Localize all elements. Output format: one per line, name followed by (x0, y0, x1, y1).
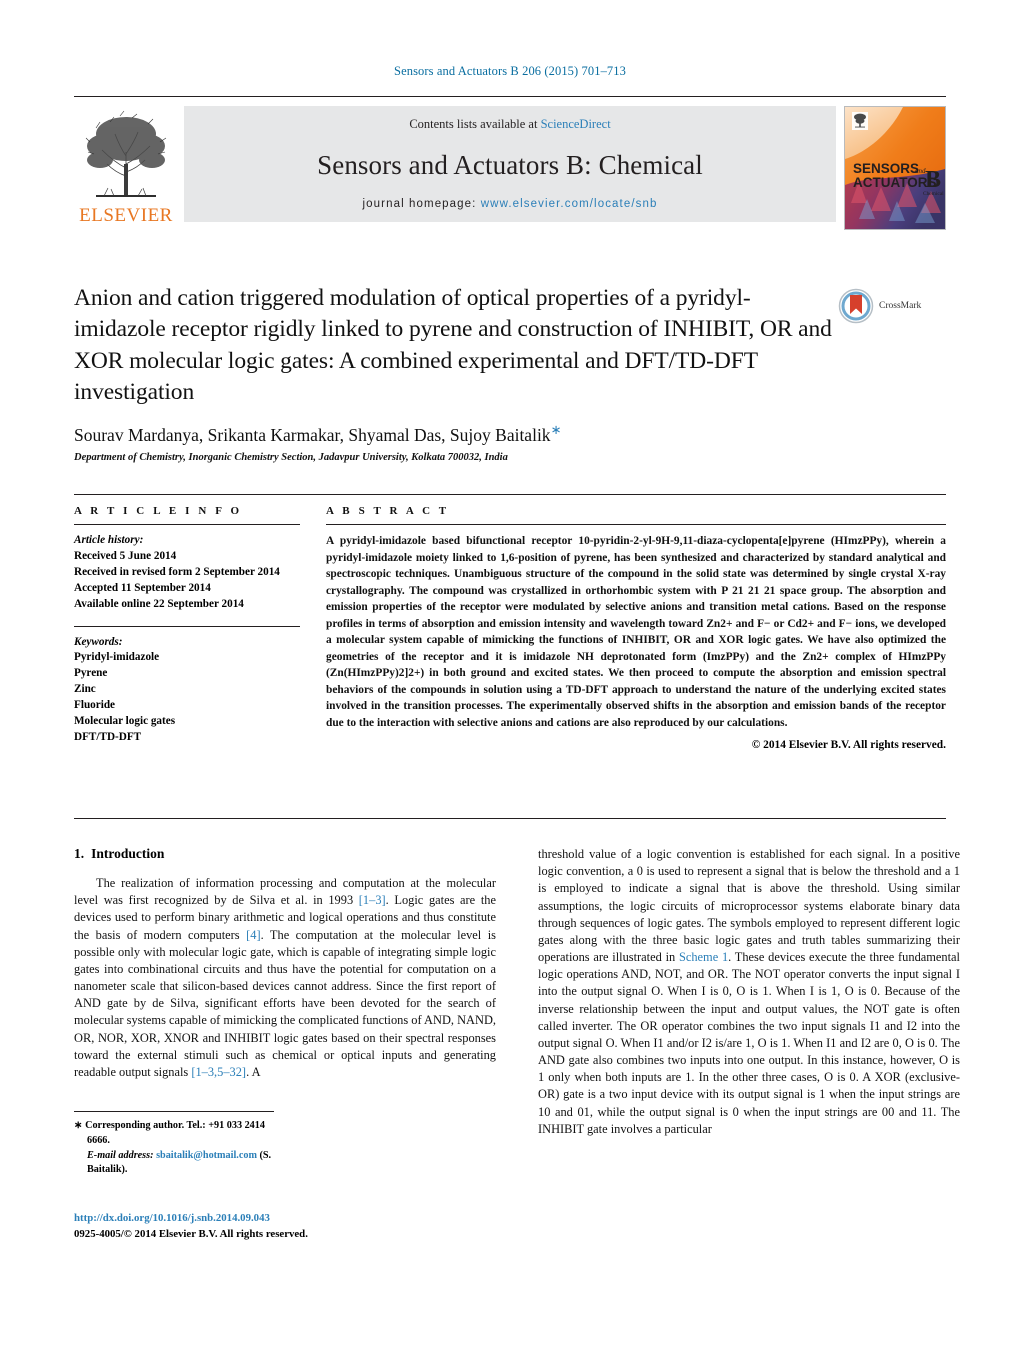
journal-band: Contents lists available at ScienceDirec… (184, 106, 836, 222)
section-label: Introduction (91, 846, 165, 861)
contents-available-line: Contents lists available at ScienceDirec… (409, 117, 610, 132)
intro-left-text: The realization of information processin… (74, 876, 496, 1079)
journal-title: Sensors and Actuators B: Chemical (317, 149, 703, 180)
keywords-title: Keywords: (74, 635, 123, 648)
footnote-block: ∗ Corresponding author. Tel.: +91 033 24… (74, 1111, 274, 1178)
homepage-prefix: journal homepage: (362, 198, 481, 210)
crossmark-icon (838, 288, 874, 324)
body-columns: 1. Introduction The realization of inform… (74, 846, 960, 1178)
author-names: Sourav Mardanya, Srikanta Karmakar, Shya… (74, 424, 551, 445)
section-number: 1. (74, 846, 85, 861)
journal-cover-art: SENSORS and ACTUATORS B Chemical (845, 107, 945, 229)
crossmark-label: CrossMark (879, 301, 922, 311)
page-footer: http://dx.doi.org/10.1016/j.snb.2014.09.… (74, 1211, 308, 1243)
intro-paragraph-left: The realization of information processin… (74, 875, 496, 1081)
email-link[interactable]: sbaitalik@hotmail.com (156, 1150, 257, 1161)
intro-right-text: threshold value of a logic convention is… (538, 847, 960, 1136)
keyword-item: DFT/TD-DFT (74, 730, 142, 743)
article-history-title: Article history: (74, 534, 144, 546)
intro-paragraph-right: threshold value of a logic convention is… (538, 846, 960, 1138)
abstract-column: A B S T R A C T A pyridyl-imidazole base… (326, 495, 946, 751)
running-head: Sensors and Actuators B 206 (2015) 701–7… (394, 64, 626, 78)
footnote-star: ∗ (74, 1120, 83, 1132)
keyword-item: Pyridyl-imidazole (74, 651, 160, 664)
section-heading-introduction: 1. Introduction (74, 846, 496, 862)
page-title: Anion and cation triggered modulation of… (74, 285, 832, 405)
history-item: Received in revised form 2 September 201… (74, 565, 280, 578)
article-info-heading: A R T I C L E I N F O (74, 505, 243, 517)
journal-cover-thumbnail: SENSORS and ACTUATORS B Chemical (844, 106, 946, 230)
contents-prefix: Contents lists available at (409, 117, 541, 131)
history-item: Received 5 June 2014 (74, 549, 177, 562)
footnote-email-line: E-mail address: sbaitalik@hotmail.com (S… (74, 1149, 274, 1179)
copyright-line: © 2014 Elsevier B.V. All rights reserved… (751, 739, 946, 752)
title-block: CrossMark Anion and cation triggered mod… (74, 283, 946, 463)
elsevier-wordmark: ELSEVIER (79, 205, 173, 226)
body-column-left: 1. Introduction The realization of inform… (74, 846, 496, 1178)
crossmark-badge[interactable]: CrossMark (838, 288, 946, 324)
svg-text:Chemical: Chemical (923, 191, 944, 197)
svg-text:ACTUATORS: ACTUATORS (853, 175, 937, 190)
sciencedirect-link[interactable]: ScienceDirect (541, 117, 611, 131)
article-history-group: Article history: Received 5 June 2014 Re… (74, 533, 300, 613)
article-page: Sensors and Actuators B 206 (2015) 701–7… (0, 0, 1020, 1351)
corresponding-author-marker: ∗ (550, 422, 562, 437)
keyword-item: Molecular logic gates (74, 715, 176, 728)
affiliation: Department of Chemistry, Inorganic Chemi… (74, 451, 508, 463)
abstract-text: A pyridyl-imidazole based bifunctional r… (326, 535, 946, 729)
svg-text:SENSORS: SENSORS (853, 161, 919, 176)
abstract-bottom-rule (74, 818, 946, 819)
doi-link[interactable]: http://dx.doi.org/10.1016/j.snb.2014.09.… (74, 1211, 308, 1227)
journal-homepage-line: journal homepage: www.elsevier.com/locat… (363, 198, 658, 210)
author-list: Sourav Mardanya, Srikanta Karmakar, Shya… (74, 422, 946, 446)
footnote-corresponding: ∗ Corresponding author. Tel.: +91 033 24… (74, 1119, 274, 1149)
keywords-group: Keywords: Pyridyl-imidazole Pyrene Zinc … (74, 635, 300, 746)
elsevier-tree-icon (85, 110, 167, 197)
elsevier-logo: ELSEVIER (74, 106, 178, 227)
abstract-body: A pyridyl-imidazole based bifunctional r… (326, 533, 946, 731)
keyword-item: Zinc (74, 683, 96, 696)
article-info-column: A R T I C L E I N F O Article history: R… (74, 495, 326, 751)
email-label: E-mail address: (87, 1149, 154, 1161)
abstract-rule (326, 524, 946, 525)
keyword-item: Fluoride (74, 699, 116, 712)
article-info-rule (74, 524, 300, 525)
body-column-right: threshold value of a logic convention is… (538, 846, 960, 1178)
issn-copyright-line: 0925-4005/© 2014 Elsevier B.V. All right… (74, 1227, 308, 1240)
keyword-item: Pyrene (74, 667, 108, 680)
journal-masthead: ELSEVIER Contents lists available at Sci… (74, 96, 946, 230)
journal-homepage-link[interactable]: www.elsevier.com/locate/snb (481, 198, 658, 210)
history-item: Accepted 11 September 2014 (74, 581, 211, 594)
history-item: Available online 22 September 2014 (74, 597, 244, 610)
footnote-corresponding-text: Corresponding author. Tel.: +91 033 2414… (85, 1120, 265, 1146)
info-abstract-section: A R T I C L E I N F O Article history: R… (74, 494, 946, 751)
keywords-rule (74, 625, 300, 627)
abstract-heading: A B S T R A C T (326, 505, 450, 517)
svg-text:B: B (925, 167, 941, 193)
